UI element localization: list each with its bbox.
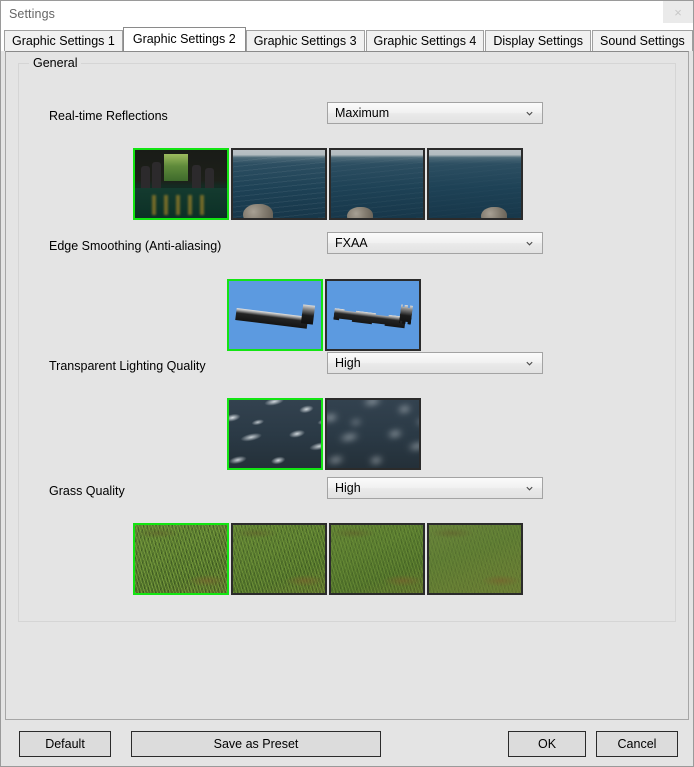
close-icon[interactable]: × [663, 1, 693, 23]
tab-graphic-settings-1[interactable]: Graphic Settings 1 [4, 30, 123, 51]
default-button[interactable]: Default [19, 731, 111, 757]
cancel-button[interactable]: Cancel [596, 731, 678, 757]
dropdown-value-transparent-lighting: High [335, 356, 361, 370]
dropdown-transparent-lighting[interactable]: High [327, 352, 543, 374]
thumbnail-art-grass [233, 525, 325, 593]
tab-graphic-settings-3[interactable]: Graphic Settings 3 [246, 30, 365, 51]
setting-label-grass-quality: Grass Quality [49, 484, 125, 498]
thumbnail-strip-grass-quality [133, 523, 525, 595]
dirt-patch [429, 525, 521, 593]
tab-graphic-settings-2[interactable]: Graphic Settings 2 [123, 27, 246, 51]
tab-page-graphic-settings-2: General Real-time Reflections Maximum [5, 51, 689, 720]
thumbnail-option-grass-2[interactable] [231, 523, 327, 595]
thumbnail-option-reflections-4[interactable] [427, 148, 523, 220]
figure-shape [205, 168, 214, 190]
ok-button[interactable]: OK [508, 731, 586, 757]
thumbnail-art-barrel [229, 281, 321, 349]
dirt-patch [233, 525, 325, 593]
foam-texture [325, 398, 421, 470]
window-title: Settings [9, 7, 55, 21]
dirt-patch [135, 525, 227, 593]
thumbnail-art-foam [327, 400, 419, 468]
muzzle-shape [301, 305, 315, 325]
dropdown-edge-smoothing[interactable]: FXAA [327, 232, 543, 254]
ripple-texture [429, 157, 521, 218]
setting-label-real-time-reflections: Real-time Reflections [49, 109, 168, 123]
dialog-button-bar: Default Save as Preset OK Cancel [1, 720, 693, 766]
thumbnail-strip-transparent-lighting [227, 398, 423, 470]
thumbnail-option-transparent-lighting-1[interactable] [227, 398, 323, 470]
foam-texture [227, 398, 323, 470]
ripple-texture [331, 157, 423, 218]
thumbnail-option-grass-3[interactable] [329, 523, 425, 595]
tab-display-settings[interactable]: Display Settings [485, 30, 591, 51]
figure-shape [152, 162, 161, 189]
doorway-shape [164, 154, 188, 181]
title-bar: Settings × [1, 1, 693, 26]
thumbnail-art-foam [229, 400, 321, 468]
setting-label-edge-smoothing: Edge Smoothing (Anti-aliasing) [49, 239, 221, 253]
thumbnail-option-grass-4[interactable] [427, 523, 523, 595]
dropdown-value-edge-smoothing: FXAA [335, 236, 368, 250]
setting-label-transparent-lighting: Transparent Lighting Quality [49, 359, 206, 373]
thumbnail-option-grass-1[interactable] [133, 523, 229, 595]
dropdown-grass-quality[interactable]: High [327, 477, 543, 499]
save-as-preset-button[interactable]: Save as Preset [131, 731, 381, 757]
thumbnail-option-transparent-lighting-2[interactable] [325, 398, 421, 470]
barrel-shape [236, 308, 309, 328]
barrel-shape [334, 308, 407, 328]
chevron-down-icon [525, 484, 534, 493]
thumbnail-art-water [429, 150, 521, 218]
tab-strip: Graphic Settings 1 Graphic Settings 2 Gr… [1, 26, 693, 51]
thumbnail-art-grass [331, 525, 423, 593]
rock-shape [347, 207, 373, 220]
thumbnail-art-water [233, 150, 325, 218]
thumbnail-art-water [331, 150, 423, 218]
thumbnail-option-reflections-3[interactable] [329, 148, 425, 220]
dropdown-real-time-reflections[interactable]: Maximum [327, 102, 543, 124]
dropdown-value-grass-quality: High [335, 481, 361, 495]
dropdown-value-real-time-reflections: Maximum [335, 106, 389, 120]
thumbnail-strip-edge-smoothing [227, 279, 423, 351]
chevron-down-icon [525, 359, 534, 368]
thumbnail-option-edge-smoothing-2[interactable] [325, 279, 421, 351]
tab-sound-settings[interactable]: Sound Settings [592, 30, 693, 51]
thumbnail-art-grass [429, 525, 521, 593]
chevron-down-icon [525, 239, 534, 248]
reflection-shape [152, 195, 211, 215]
thumbnail-art-hall [135, 150, 227, 218]
group-box-title: General [29, 56, 81, 70]
thumbnail-art-grass [135, 525, 227, 593]
thumbnail-strip-real-time-reflections [133, 148, 525, 220]
tab-graphic-settings-4[interactable]: Graphic Settings 4 [366, 30, 485, 51]
thumbnail-option-edge-smoothing-1[interactable] [227, 279, 323, 351]
thumbnail-art-barrel [327, 281, 419, 349]
rock-shape [481, 207, 507, 220]
chevron-down-icon [525, 109, 534, 118]
general-group-box: General Real-time Reflections Maximum [18, 63, 676, 622]
settings-window: Settings × Graphic Settings 1 Graphic Se… [0, 0, 694, 767]
rock-shape [243, 204, 273, 220]
figure-shape [192, 165, 201, 189]
figure-shape [141, 166, 150, 189]
dirt-patch [331, 525, 423, 593]
thumbnail-option-reflections-2[interactable] [231, 148, 327, 220]
thumbnail-option-reflections-1[interactable] [133, 148, 229, 220]
